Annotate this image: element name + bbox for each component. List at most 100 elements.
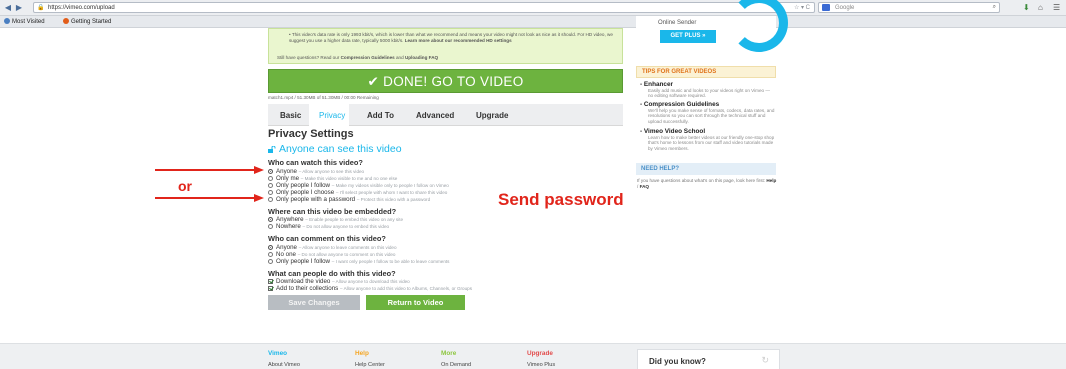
search-placeholder: Google <box>835 5 855 11</box>
download-icon[interactable]: ⬇ <box>1023 3 1030 12</box>
comment-option-no-one[interactable]: No one – Do not allow anyone to comment … <box>268 251 396 258</box>
radio-button[interactable] <box>268 216 273 222</box>
actions-title: What can people do with this video? <box>268 269 396 278</box>
browser-toolbar: ◀ ▶ 🔒 https://vimeo.com/upload ☆ ▾ C Goo… <box>0 0 1066 16</box>
footer-heading-upgrade: Upgrade <box>527 350 553 357</box>
did-you-know-box: Did you know? ↻ <box>637 349 780 369</box>
tab-privacy[interactable]: Privacy <box>319 111 345 120</box>
page: ◀ ▶ 🔒 https://vimeo.com/upload ☆ ▾ C Goo… <box>0 0 1066 369</box>
get-plus-button[interactable]: GET PLUS » <box>660 30 716 43</box>
radio-button[interactable] <box>268 182 273 188</box>
unlock-icon <box>268 146 276 153</box>
tab-upgrade[interactable]: Upgrade <box>476 111 508 120</box>
notice-text: • This video's data rate is only 1993 kb… <box>289 32 613 43</box>
radio-button[interactable] <box>268 223 273 229</box>
tip-title[interactable]: Compression Guidelines <box>640 101 775 108</box>
radio-button[interactable] <box>268 196 273 202</box>
footer-link-about[interactable]: About Vimeo <box>268 362 300 368</box>
embed-option-anywhere[interactable]: Anywhere – Enable people to embed this v… <box>268 216 403 223</box>
tab-add-to[interactable]: Add To <box>367 111 394 120</box>
return-to-video-button[interactable]: Return to Video <box>366 295 465 310</box>
forward-icon[interactable]: ▶ <box>14 3 24 12</box>
tab-advanced[interactable]: Advanced <box>416 111 454 120</box>
allow-download-checkbox[interactable]: Download the video – Allow anyone to dow… <box>268 278 410 285</box>
back-icon[interactable]: ◀ <box>3 3 13 12</box>
check-icon: ✔ <box>367 74 380 89</box>
footer: Vimeo About Vimeo Help Help Center More … <box>0 343 1066 369</box>
footer-link-on-demand[interactable]: On Demand <box>441 362 471 368</box>
faq-link[interactable]: Uploading FAQ <box>405 55 438 60</box>
red-arrow-icon <box>155 166 264 174</box>
footer-heading-more: More <box>441 350 457 357</box>
help-link[interactable]: Help <box>766 178 776 183</box>
privacy-current: Anyone can see this video <box>268 143 402 155</box>
radio-button[interactable] <box>268 244 273 250</box>
tip-enhancer: Enhancer Easily add music and looks to y… <box>640 81 775 99</box>
watch-option-anyone[interactable]: Anyone – Allow anyone to see this video <box>268 168 364 175</box>
firefox-icon <box>63 18 69 24</box>
embed-title: Where can this video be embedded? <box>268 207 397 216</box>
tips-title: TIPS FOR GREAT VIDEOS <box>636 66 776 78</box>
watch-option-people-i-choose[interactable]: Only people I choose – I'll select peopl… <box>268 189 447 196</box>
notice-question: Still have questions? Read our Compressi… <box>277 55 439 60</box>
bookmark-getting-started[interactable]: Getting Started <box>63 18 111 25</box>
comment-option-anyone[interactable]: Anyone – Allow anyone to leave comments … <box>268 244 397 251</box>
who-can-watch-title: Who can watch this video? <box>268 158 363 167</box>
home-icon[interactable]: ⌂ <box>1038 3 1043 12</box>
annotation-send-password: Send password <box>498 190 624 209</box>
watch-option-people-i-follow[interactable]: Only people I follow – Make my videos vi… <box>268 182 449 189</box>
tip-video-school: Vimeo Video School Learn how to make bet… <box>640 128 775 151</box>
done-go-to-video-button[interactable]: ✔ DONE! GO TO VIDEO <box>268 69 623 93</box>
tip-desc: Easily add music and looks to your video… <box>648 88 770 99</box>
plus-promo: Online Sender GET PLUS » <box>636 0 788 56</box>
hd-settings-link[interactable]: Learn more about our recommended HD sett… <box>405 38 512 43</box>
url-text: https://vimeo.com/upload <box>48 5 115 11</box>
watch-option-only-me[interactable]: Only me – Make this video visible to me … <box>268 175 397 182</box>
privacy-title: Privacy Settings <box>268 128 354 140</box>
tip-desc: Learn how to make better videos at our f… <box>648 135 775 151</box>
refresh-icon[interactable]: ↻ <box>761 355 769 366</box>
footer-heading-vimeo: Vimeo <box>268 350 288 357</box>
faq-link[interactable]: FAQ <box>640 184 649 189</box>
tip-title[interactable]: Enhancer <box>640 81 775 88</box>
bookmarks-bar: Most Visited Getting Started <box>0 16 1066 28</box>
address-bar[interactable]: 🔒 https://vimeo.com/upload ☆ ▾ C <box>33 2 815 13</box>
google-icon[interactable] <box>822 4 830 11</box>
bookmark-icon <box>4 18 10 24</box>
menu-icon[interactable]: ☰ <box>1053 3 1060 12</box>
radio-button[interactable] <box>268 168 273 174</box>
radio-button[interactable] <box>268 189 273 195</box>
annotation-or: or <box>178 178 192 194</box>
checkbox[interactable] <box>268 285 273 291</box>
search-icon[interactable]: ⌕ <box>993 4 996 11</box>
need-help-title: NEED HELP? <box>636 163 776 175</box>
site-identity-icon[interactable]: 🔒 <box>37 4 44 11</box>
settings-tabs: Basic Privacy Add To Advanced Upgrade <box>268 104 623 126</box>
radio-button[interactable] <box>268 258 273 264</box>
footer-heading-help: Help <box>355 350 369 357</box>
watch-option-password[interactable]: Only people with a password – Protect th… <box>268 196 430 203</box>
comment-title: Who can comment on this video? <box>268 234 386 243</box>
reload-icon[interactable]: ☆ ▾ C <box>794 4 810 11</box>
search-bar[interactable]: Google ⌕ <box>818 2 1000 13</box>
radio-button[interactable] <box>268 175 273 181</box>
comment-option-people-i-follow[interactable]: Only people I follow – I want only peopl… <box>268 258 449 265</box>
tab-basic[interactable]: Basic <box>280 111 301 120</box>
compression-link[interactable]: Compression Guidelines <box>341 55 395 60</box>
tip-compression: Compression Guidelines We'll help you ma… <box>640 101 775 124</box>
plus-ring-icon <box>730 0 788 52</box>
help-text: If you have questions about what's on th… <box>637 178 777 189</box>
footer-link-help-center[interactable]: Help Center <box>355 362 385 368</box>
data-rate-notice: • This video's data rate is only 1993 kb… <box>268 28 623 64</box>
allow-collections-checkbox[interactable]: Add to their collections – Allow anyone … <box>268 285 472 292</box>
embed-option-nowhere[interactable]: Nowhere – Do not allow anyone to embed t… <box>268 223 389 230</box>
save-changes-button[interactable]: Save Changes <box>268 295 360 310</box>
tip-desc: We'll help you make sense of formats, co… <box>648 108 775 124</box>
plus-label: Online Sender <box>658 20 697 26</box>
radio-button[interactable] <box>268 251 273 257</box>
bookmark-most-visited[interactable]: Most Visited <box>4 18 45 25</box>
checkbox[interactable] <box>268 278 273 284</box>
footer-link-vimeo-plus[interactable]: Vimeo Plus <box>527 362 555 368</box>
tip-title[interactable]: Vimeo Video School <box>640 128 775 135</box>
red-arrow-icon <box>155 194 264 202</box>
